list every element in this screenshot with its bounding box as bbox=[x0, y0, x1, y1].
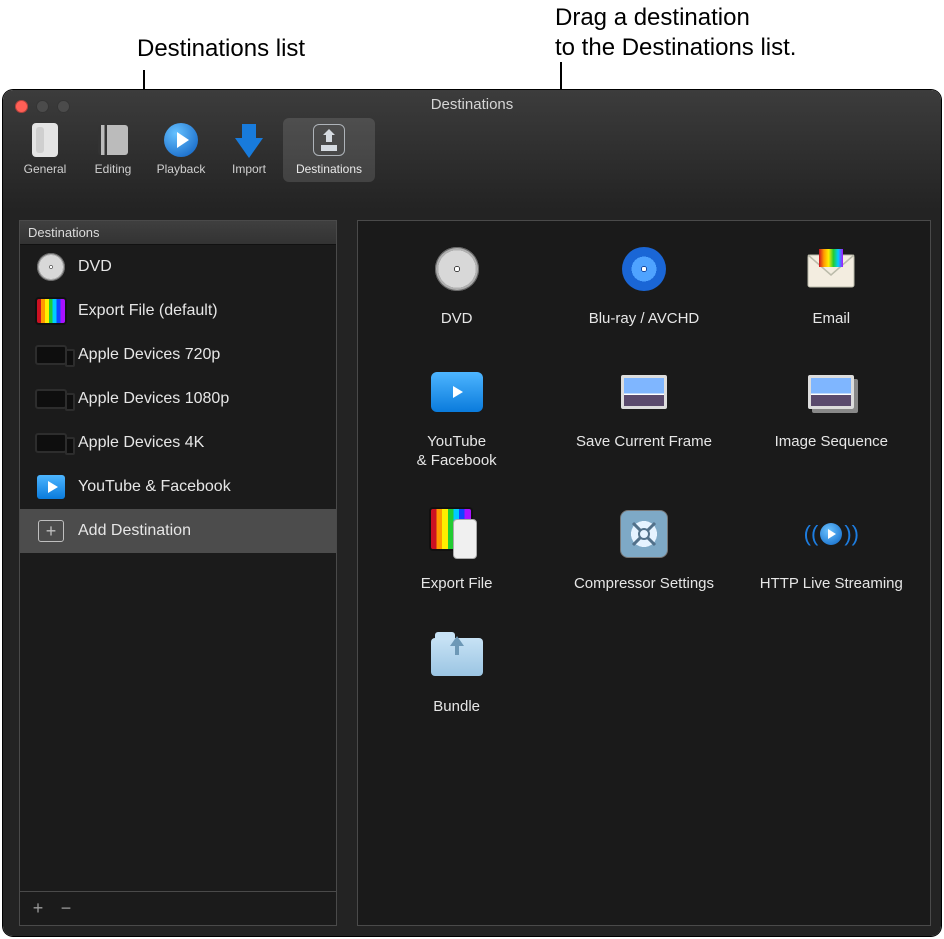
grid-item-label: Image Sequence bbox=[775, 432, 888, 451]
sidebar-item-dvd[interactable]: DVD bbox=[20, 245, 336, 289]
toolbar-tab-label: Import bbox=[232, 162, 266, 176]
grid-item-label: HTTP Live Streaming bbox=[760, 574, 903, 593]
sidebar-item-apple-720p[interactable]: Apple Devices 720p bbox=[20, 333, 336, 377]
sidebar-item-label: Export File (default) bbox=[78, 302, 218, 320]
window-title: Destinations bbox=[3, 96, 941, 113]
playback-icon bbox=[159, 122, 203, 158]
grid-item-email[interactable]: Email bbox=[744, 239, 919, 328]
grid-item-label: Blu-ray / AVCHD bbox=[589, 309, 700, 328]
grid-item-label: DVD bbox=[441, 309, 473, 328]
sidebar-item-label: YouTube & Facebook bbox=[78, 478, 231, 496]
toolbar-tab-playback[interactable]: Playback bbox=[147, 118, 215, 182]
grid-item-compressor[interactable]: Compressor Settings bbox=[556, 504, 731, 593]
destinations-grid: DVD Blu-ray / AVCHD Ema bbox=[368, 239, 920, 716]
sidebar-item-label: Add Destination bbox=[78, 522, 191, 540]
disc-icon bbox=[427, 239, 487, 299]
sidebar-item-youtube-facebook[interactable]: YouTube & Facebook bbox=[20, 465, 336, 509]
devices-icon bbox=[34, 385, 68, 413]
envelope-icon bbox=[801, 239, 861, 299]
grid-item-bundle[interactable]: Bundle bbox=[369, 627, 544, 716]
compressor-icon bbox=[614, 504, 674, 564]
preferences-window: Destinations General Editing Playback Im… bbox=[3, 90, 941, 936]
grid-item-dvd[interactable]: DVD bbox=[369, 239, 544, 328]
remove-destination-button[interactable]: − bbox=[58, 898, 74, 919]
image-icon bbox=[614, 362, 674, 422]
callout-sidebar: Destinations list bbox=[137, 34, 305, 64]
plus-icon: + bbox=[34, 517, 68, 545]
image-stack-icon bbox=[801, 362, 861, 422]
disc-icon bbox=[34, 253, 68, 281]
add-destination-button[interactable]: + bbox=[30, 898, 46, 919]
video-share-icon bbox=[427, 362, 487, 422]
toolbar-tab-label: Editing bbox=[95, 162, 132, 176]
toolbar-tab-destinations[interactable]: Destinations bbox=[283, 118, 375, 182]
export-file-icon bbox=[427, 504, 487, 564]
general-icon bbox=[23, 122, 67, 158]
sidebar-item-label: DVD bbox=[78, 258, 112, 276]
devices-icon bbox=[34, 341, 68, 369]
grid-item-label: Email bbox=[813, 309, 851, 328]
sidebar-item-label: Apple Devices 4K bbox=[78, 434, 204, 452]
grid-item-bluray[interactable]: Blu-ray / AVCHD bbox=[556, 239, 731, 328]
sidebar-item-apple-4k[interactable]: Apple Devices 4K bbox=[20, 421, 336, 465]
bluray-disc-icon bbox=[614, 239, 674, 299]
content-area: Destinations DVD Export File (default) A… bbox=[3, 220, 941, 936]
grid-item-save-frame[interactable]: Save Current Frame bbox=[556, 362, 731, 470]
toolbar-tab-label: Destinations bbox=[296, 162, 362, 176]
sidebar-item-export-file[interactable]: Export File (default) bbox=[20, 289, 336, 333]
grid-item-label: YouTube & Facebook bbox=[417, 432, 497, 470]
editing-icon bbox=[91, 122, 135, 158]
grid-item-http-live[interactable]: (()) HTTP Live Streaming bbox=[744, 504, 919, 593]
grid-item-label: Export File bbox=[421, 574, 493, 593]
destinations-grid-pane: DVD Blu-ray / AVCHD Ema bbox=[357, 220, 931, 926]
grid-item-label: Compressor Settings bbox=[574, 574, 714, 593]
sidebar-item-label: Apple Devices 1080p bbox=[78, 390, 229, 408]
toolbar-tab-editing[interactable]: Editing bbox=[79, 118, 147, 182]
sidebar-item-label: Apple Devices 720p bbox=[78, 346, 220, 364]
grid-item-label: Save Current Frame bbox=[576, 432, 712, 451]
destinations-list: DVD Export File (default) Apple Devices … bbox=[20, 245, 336, 891]
callout-grid: Drag a destination to the Destinations l… bbox=[555, 3, 796, 63]
devices-icon bbox=[34, 429, 68, 457]
video-share-icon bbox=[34, 473, 68, 501]
toolbar-tab-import[interactable]: Import bbox=[215, 118, 283, 182]
sidebar-header: Destinations bbox=[20, 221, 336, 245]
grid-item-youtube-facebook[interactable]: YouTube & Facebook bbox=[369, 362, 544, 470]
destinations-icon bbox=[307, 122, 351, 158]
toolbar-tab-general[interactable]: General bbox=[11, 118, 79, 182]
streaming-icon: (()) bbox=[801, 504, 861, 564]
grid-item-image-sequence[interactable]: Image Sequence bbox=[744, 362, 919, 470]
grid-item-label: Bundle bbox=[433, 697, 480, 716]
sidebar-item-add-destination[interactable]: + Add Destination bbox=[20, 509, 336, 553]
destinations-sidebar: Destinations DVD Export File (default) A… bbox=[19, 220, 337, 926]
sidebar-item-apple-1080p[interactable]: Apple Devices 1080p bbox=[20, 377, 336, 421]
toolbar-tab-label: General bbox=[24, 162, 67, 176]
grid-item-export-file[interactable]: Export File bbox=[369, 504, 544, 593]
sidebar-footer: + − bbox=[20, 891, 336, 925]
import-icon bbox=[227, 122, 271, 158]
filmstrip-icon bbox=[34, 297, 68, 325]
folder-icon bbox=[427, 627, 487, 687]
toolbar-tab-label: Playback bbox=[157, 162, 206, 176]
